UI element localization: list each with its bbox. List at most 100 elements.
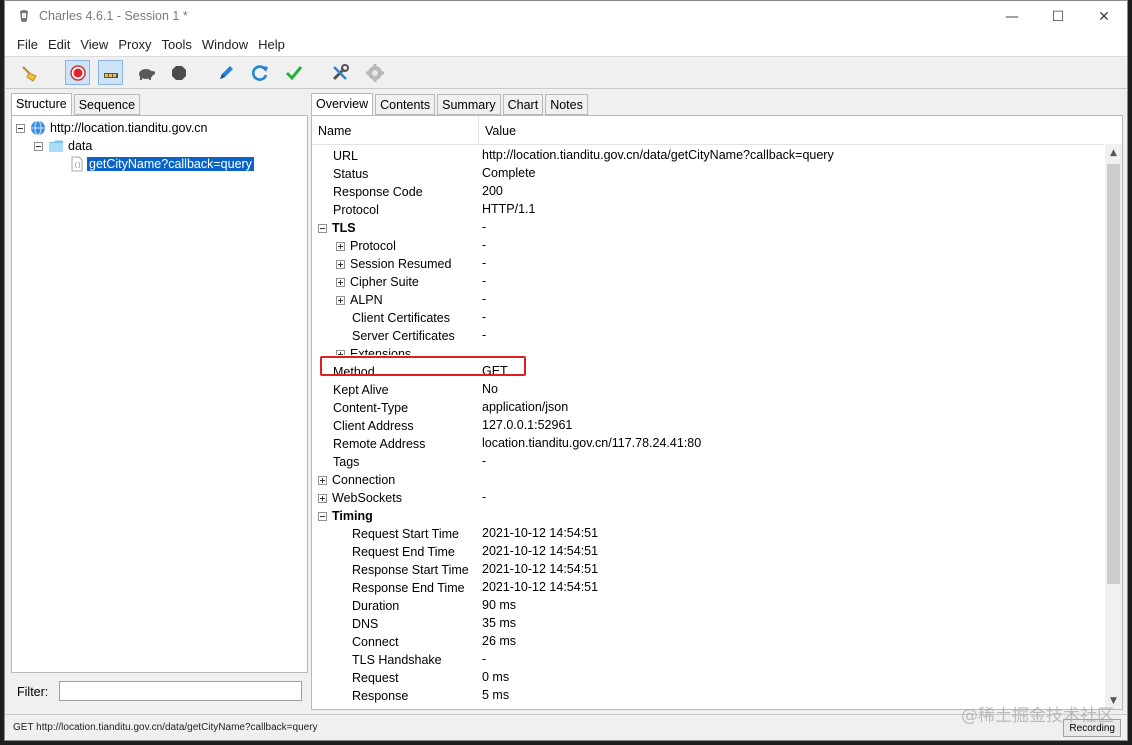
expand-icon[interactable] [336, 241, 345, 251]
folder-icon [49, 140, 63, 152]
expand-icon[interactable] [336, 295, 345, 305]
collapse-icon[interactable] [318, 511, 327, 521]
structure-pane: Structure Sequence http://location.tiand… [11, 93, 308, 710]
table-row[interactable]: Timing [312, 507, 1104, 525]
validate-button[interactable] [281, 60, 306, 85]
charles-app-icon [20, 10, 28, 22]
minimize-button[interactable]: — [989, 1, 1035, 32]
overview-table: Name Value URL http://location.tianditu.g… [311, 115, 1123, 710]
table-row[interactable]: Cipher Suite - [312, 273, 1104, 291]
stop-hexagon-icon [171, 65, 186, 80]
tab-notes[interactable]: Notes [545, 94, 588, 115]
menu-view[interactable]: View [76, 37, 112, 52]
menu-proxy[interactable]: Proxy [114, 37, 155, 52]
expand-icon[interactable] [336, 259, 345, 269]
table-row[interactable]: Response Start Time 2021-10-12 14:54:51 [312, 561, 1104, 579]
table-row[interactable]: Protocol HTTP/1.1 [312, 201, 1104, 219]
tab-summary[interactable]: Summary [437, 94, 501, 115]
tab-overview[interactable]: Overview [311, 93, 374, 116]
title-bar: Charles 4.6.1 - Session 1 * — ☐ ✕ [5, 1, 1127, 32]
table-row[interactable]: Duration 90 ms [312, 597, 1104, 615]
table-row[interactable]: Client Certificates - [312, 309, 1104, 327]
column-header-name[interactable]: Name [318, 124, 351, 138]
scroll-up-arrow-icon[interactable]: ▲ [1105, 144, 1122, 161]
expand-icon[interactable] [336, 349, 345, 355]
table-row[interactable]: Protocol - [312, 237, 1104, 255]
table-row[interactable]: Extensions [312, 345, 1104, 355]
menu-edit[interactable]: Edit [44, 37, 74, 52]
maximize-button[interactable]: ☐ [1035, 1, 1081, 32]
table-row[interactable]: Request 0 ms [312, 669, 1104, 687]
table-row[interactable]: Client Address 127.0.0.1:52961 [312, 417, 1104, 435]
menu-help[interactable]: Help [254, 37, 289, 52]
watermark: @稀土掘金技术社区 [961, 706, 1114, 726]
scrollbar-thumb[interactable] [1107, 164, 1120, 584]
json-file-icon: {} [71, 156, 83, 172]
collapse-icon[interactable] [16, 123, 25, 133]
tab-chart[interactable]: Chart [502, 94, 544, 115]
table-row[interactable]: ALPN - [312, 291, 1104, 309]
status-text: GET http://location.tianditu.gov.cn/data… [13, 722, 318, 733]
menu-tools[interactable]: Tools [158, 37, 196, 52]
table-row[interactable]: Connect 26 ms [312, 633, 1104, 651]
tree-host-label: http://location.tianditu.gov.cn [50, 121, 208, 135]
column-divider[interactable] [478, 116, 479, 144]
menu-file[interactable]: File [13, 37, 42, 52]
tab-contents[interactable]: Contents [375, 94, 436, 115]
compose-button[interactable] [213, 60, 238, 85]
table-header: Name Value [312, 116, 1104, 145]
expand-icon[interactable] [318, 475, 327, 485]
window-title: Charles 4.6.1 - Session 1 * [39, 9, 188, 23]
turtle-icon [138, 68, 155, 80]
menu-window[interactable]: Window [198, 37, 252, 52]
collapse-icon[interactable] [34, 141, 43, 151]
refresh-icon [251, 64, 268, 81]
table-row[interactable]: TLS Handshake - [312, 651, 1104, 669]
expand-icon[interactable] [336, 277, 345, 287]
status-bar: GET http://location.tianditu.gov.cn/data… [5, 714, 1127, 740]
table-row[interactable]: Remote Address location.tianditu.gov.cn/1… [312, 435, 1104, 453]
tree-host-node[interactable]: http://location.tianditu.gov.cn [16, 119, 208, 137]
filter-bar: Filter: [11, 676, 308, 706]
table-row[interactable]: Server Certificates - [312, 327, 1104, 345]
table-row[interactable]: Request End Time 2021-10-12 14:54:51 [312, 543, 1104, 561]
tree-folder-node[interactable]: data [34, 137, 92, 155]
table-row[interactable]: Connection [312, 471, 1104, 489]
vertical-scrollbar[interactable]: ▲ ▼ [1105, 144, 1122, 709]
table-row[interactable]: Tags - [312, 453, 1104, 471]
table-row[interactable]: Response Code 200 [312, 183, 1104, 201]
table-row[interactable]: WebSockets - [312, 489, 1104, 507]
breakpoints-button[interactable] [133, 60, 158, 85]
clear-session-button[interactable] [17, 60, 42, 85]
tab-structure[interactable]: Structure [11, 93, 72, 116]
charles-window: Charles 4.6.1 - Session 1 * — ☐ ✕ File E… [4, 0, 1128, 741]
settings-button[interactable] [362, 60, 387, 85]
table-row[interactable]: Kept Alive No [312, 381, 1104, 399]
table-row[interactable]: Status Complete [312, 165, 1104, 183]
throttle-button[interactable] [98, 60, 123, 85]
collapse-icon[interactable] [318, 223, 327, 233]
column-header-value[interactable]: Value [485, 124, 516, 138]
tree-file-node[interactable]: {} getCityName?callback=query [70, 155, 254, 173]
toolbar [5, 57, 1127, 89]
table-row[interactable]: Response End Time 2021-10-12 14:54:51 [312, 579, 1104, 597]
record-button[interactable] [65, 60, 90, 85]
table-row[interactable]: Request Start Time 2021-10-12 14:54:51 [312, 525, 1104, 543]
tools-button[interactable] [327, 60, 352, 85]
stop-button[interactable] [166, 60, 191, 85]
record-icon [69, 64, 86, 81]
close-button[interactable]: ✕ [1081, 1, 1127, 32]
pen-icon [219, 65, 233, 79]
table-row[interactable]: DNS 35 ms [312, 615, 1104, 633]
table-row[interactable]: Content-Type application/json [312, 399, 1104, 417]
broom-icon [21, 65, 37, 82]
table-row[interactable]: URL http://location.tianditu.gov.cn/data/… [312, 147, 1104, 165]
filter-input[interactable] [59, 681, 302, 701]
expand-icon[interactable] [318, 493, 327, 503]
table-row[interactable]: TLS - [312, 219, 1104, 237]
table-row[interactable]: Session Resumed - [312, 255, 1104, 273]
detail-pane: Overview Contents Summary Chart Notes Na… [311, 93, 1123, 710]
throttle-icon [103, 72, 118, 78]
tab-sequence[interactable]: Sequence [73, 94, 141, 115]
repeat-button[interactable] [247, 60, 272, 85]
